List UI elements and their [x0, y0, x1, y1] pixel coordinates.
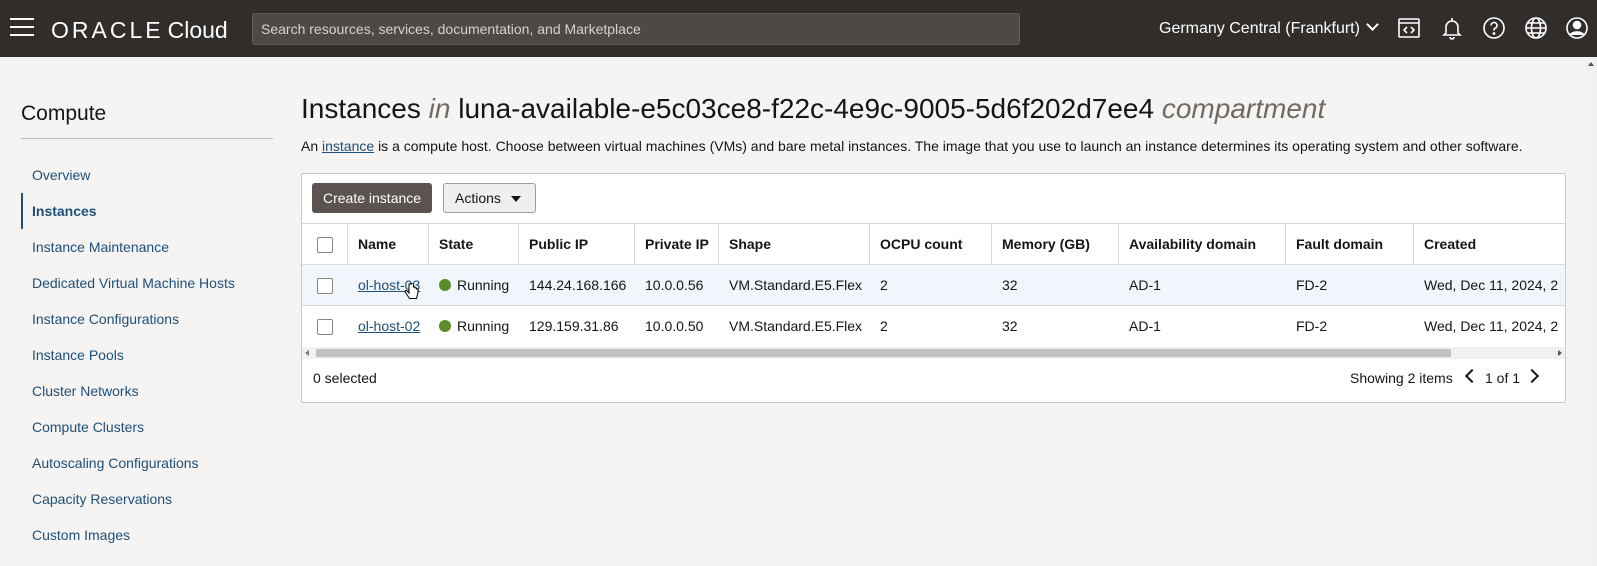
top-navigation-bar: ORACLE Cloud Search resources, services, …: [0, 0, 1597, 57]
row-select-cell: [302, 265, 348, 305]
globe-icon[interactable]: [1524, 16, 1548, 40]
table-row: ol-host-02 Running 129.159.31.86 10.0.0.…: [302, 305, 1565, 346]
sidebar-item-overview[interactable]: Overview: [21, 157, 273, 193]
running-status-icon: [439, 320, 451, 333]
sidebar-item-instance-pools[interactable]: Instance Pools: [21, 337, 273, 373]
sidebar-item-instances[interactable]: Instances: [21, 193, 273, 229]
row-checkbox[interactable]: [317, 278, 333, 295]
sidebar-item-autoscaling-configurations[interactable]: Autoscaling Configurations: [21, 445, 273, 481]
sidebar-item-capacity-reservations[interactable]: Capacity Reservations: [21, 481, 273, 517]
chevron-right-icon[interactable]: [1524, 368, 1540, 384]
user-icon[interactable]: [1565, 16, 1589, 40]
shape-cell: VM.Standard.E5.Flex: [729, 318, 863, 334]
help-icon[interactable]: [1482, 16, 1506, 40]
shape-cell: VM.Standard.E5.Flex: [729, 277, 863, 293]
public-ip-cell: 129.159.31.86: [529, 318, 619, 334]
row-checkbox[interactable]: [317, 319, 333, 336]
fault-domain-cell: FD-2: [1296, 318, 1328, 334]
private-ip-cell: 10.0.0.50: [645, 318, 704, 334]
instance-doc-link[interactable]: instance: [322, 138, 374, 154]
column-header-availability-domain[interactable]: Availability domain: [1119, 224, 1286, 264]
pagination-status: 1 of 1: [1485, 370, 1521, 386]
ocpu-cell: 2: [880, 277, 888, 293]
row-select-cell: [302, 306, 348, 346]
sidebar-item-instance-configurations[interactable]: Instance Configurations: [21, 301, 273, 337]
availability-domain-cell: AD-1: [1129, 277, 1161, 293]
sidebar-item-instance-maintenance[interactable]: Instance Maintenance: [21, 229, 273, 265]
actions-menu-button[interactable]: Actions: [443, 183, 536, 213]
showing-items-count: Showing 2 items: [1350, 370, 1453, 386]
public-ip-cell: 144.24.168.166: [529, 277, 627, 293]
running-status-icon: [439, 279, 451, 292]
instance-name-cell: ol-host-02: [348, 306, 429, 346]
create-instance-button[interactable]: Create instance: [312, 183, 433, 213]
compartment-name: luna-available-e5c03ce8-f22c-4e9c-9005-5…: [458, 93, 1155, 124]
column-header-memory[interactable]: Memory (GB): [992, 224, 1119, 264]
created-cell: Wed, Dec 11, 2024, 2: [1424, 277, 1559, 293]
fault-domain-cell: FD-2: [1296, 277, 1328, 293]
hand-pointer-cursor-icon: [404, 283, 419, 299]
actions-label: Actions: [455, 190, 501, 206]
state-cell: Running: [429, 265, 519, 305]
memory-cell: 32: [1002, 318, 1018, 334]
search-input[interactable]: Search resources, services, documentatio…: [252, 13, 1020, 45]
memory-cell: 32: [1002, 277, 1018, 293]
chevron-down-icon: [1366, 18, 1379, 31]
sidebar-nav: Overview Instances Instance Maintenance …: [21, 157, 273, 553]
sidebar-item-cluster-networks[interactable]: Cluster Networks: [21, 373, 273, 409]
column-header-name[interactable]: Name: [348, 224, 429, 264]
sidebar-title: Compute: [21, 100, 273, 139]
created-cell: Wed, Dec 11, 2024, 2: [1424, 318, 1559, 334]
sidebar-item-custom-images[interactable]: Custom Images: [21, 517, 273, 553]
chevron-left-icon[interactable]: [1464, 368, 1480, 384]
scroll-up-arrow-icon[interactable]: [1588, 62, 1594, 66]
sidebar-item-dedicated-vm-hosts[interactable]: Dedicated Virtual Machine Hosts: [21, 265, 273, 301]
selected-count: 0 selected: [313, 370, 377, 386]
column-header-public-ip[interactable]: Public IP: [519, 224, 635, 264]
state-label: Running: [457, 318, 510, 334]
page-vertical-scrollbar[interactable]: [1585, 57, 1597, 566]
select-all-checkbox[interactable]: [317, 237, 333, 254]
column-header-state[interactable]: State: [429, 224, 519, 264]
region-selector[interactable]: Germany Central (Frankfurt): [1159, 18, 1379, 38]
column-header-created[interactable]: Created: [1414, 224, 1565, 264]
select-all-cell: [302, 224, 348, 264]
state-cell: Running: [429, 306, 519, 346]
column-header-private-ip[interactable]: Private IP: [635, 224, 719, 264]
column-header-ocpu-count[interactable]: OCPU count: [870, 224, 992, 264]
oracle-cloud-logo[interactable]: ORACLE Cloud: [51, 17, 228, 44]
table-horizontal-scrollbar[interactable]: [302, 347, 1565, 359]
code-editor-icon[interactable]: [1397, 16, 1421, 40]
sidebar-item-compute-clusters[interactable]: Compute Clusters: [21, 409, 273, 445]
caret-down-icon: [511, 196, 521, 202]
scroll-left-arrow-icon[interactable]: [305, 350, 309, 356]
table-row: ol-host-03 Running 144.24.168.166 10.0.0…: [302, 264, 1565, 305]
ocpu-cell: 2: [880, 318, 888, 334]
sidebar: Compute Overview Instances Instance Main…: [21, 100, 273, 553]
instance-name-link[interactable]: ol-host-02: [358, 318, 420, 334]
region-label: Germany Central (Frankfurt): [1159, 20, 1360, 37]
private-ip-cell: 10.0.0.56: [645, 277, 704, 293]
page-description: An instance is a compute host. Choose be…: [301, 138, 1523, 154]
availability-domain-cell: AD-1: [1129, 318, 1161, 334]
state-label: Running: [457, 277, 510, 293]
column-header-fault-domain[interactable]: Fault domain: [1286, 224, 1414, 264]
page-title: Instances in luna-available-e5c03ce8-f22…: [301, 93, 1326, 124]
instances-table-panel: Create instance Actions Name State Publi…: [301, 173, 1566, 403]
bell-icon[interactable]: [1440, 16, 1464, 40]
hamburger-menu-icon[interactable]: [10, 18, 34, 38]
table-header-row: Name State Public IP Private IP Shape OC…: [302, 223, 1565, 264]
scroll-right-arrow-icon[interactable]: [1558, 350, 1562, 356]
column-header-shape[interactable]: Shape: [719, 224, 870, 264]
scrollbar-thumb[interactable]: [316, 349, 1451, 357]
